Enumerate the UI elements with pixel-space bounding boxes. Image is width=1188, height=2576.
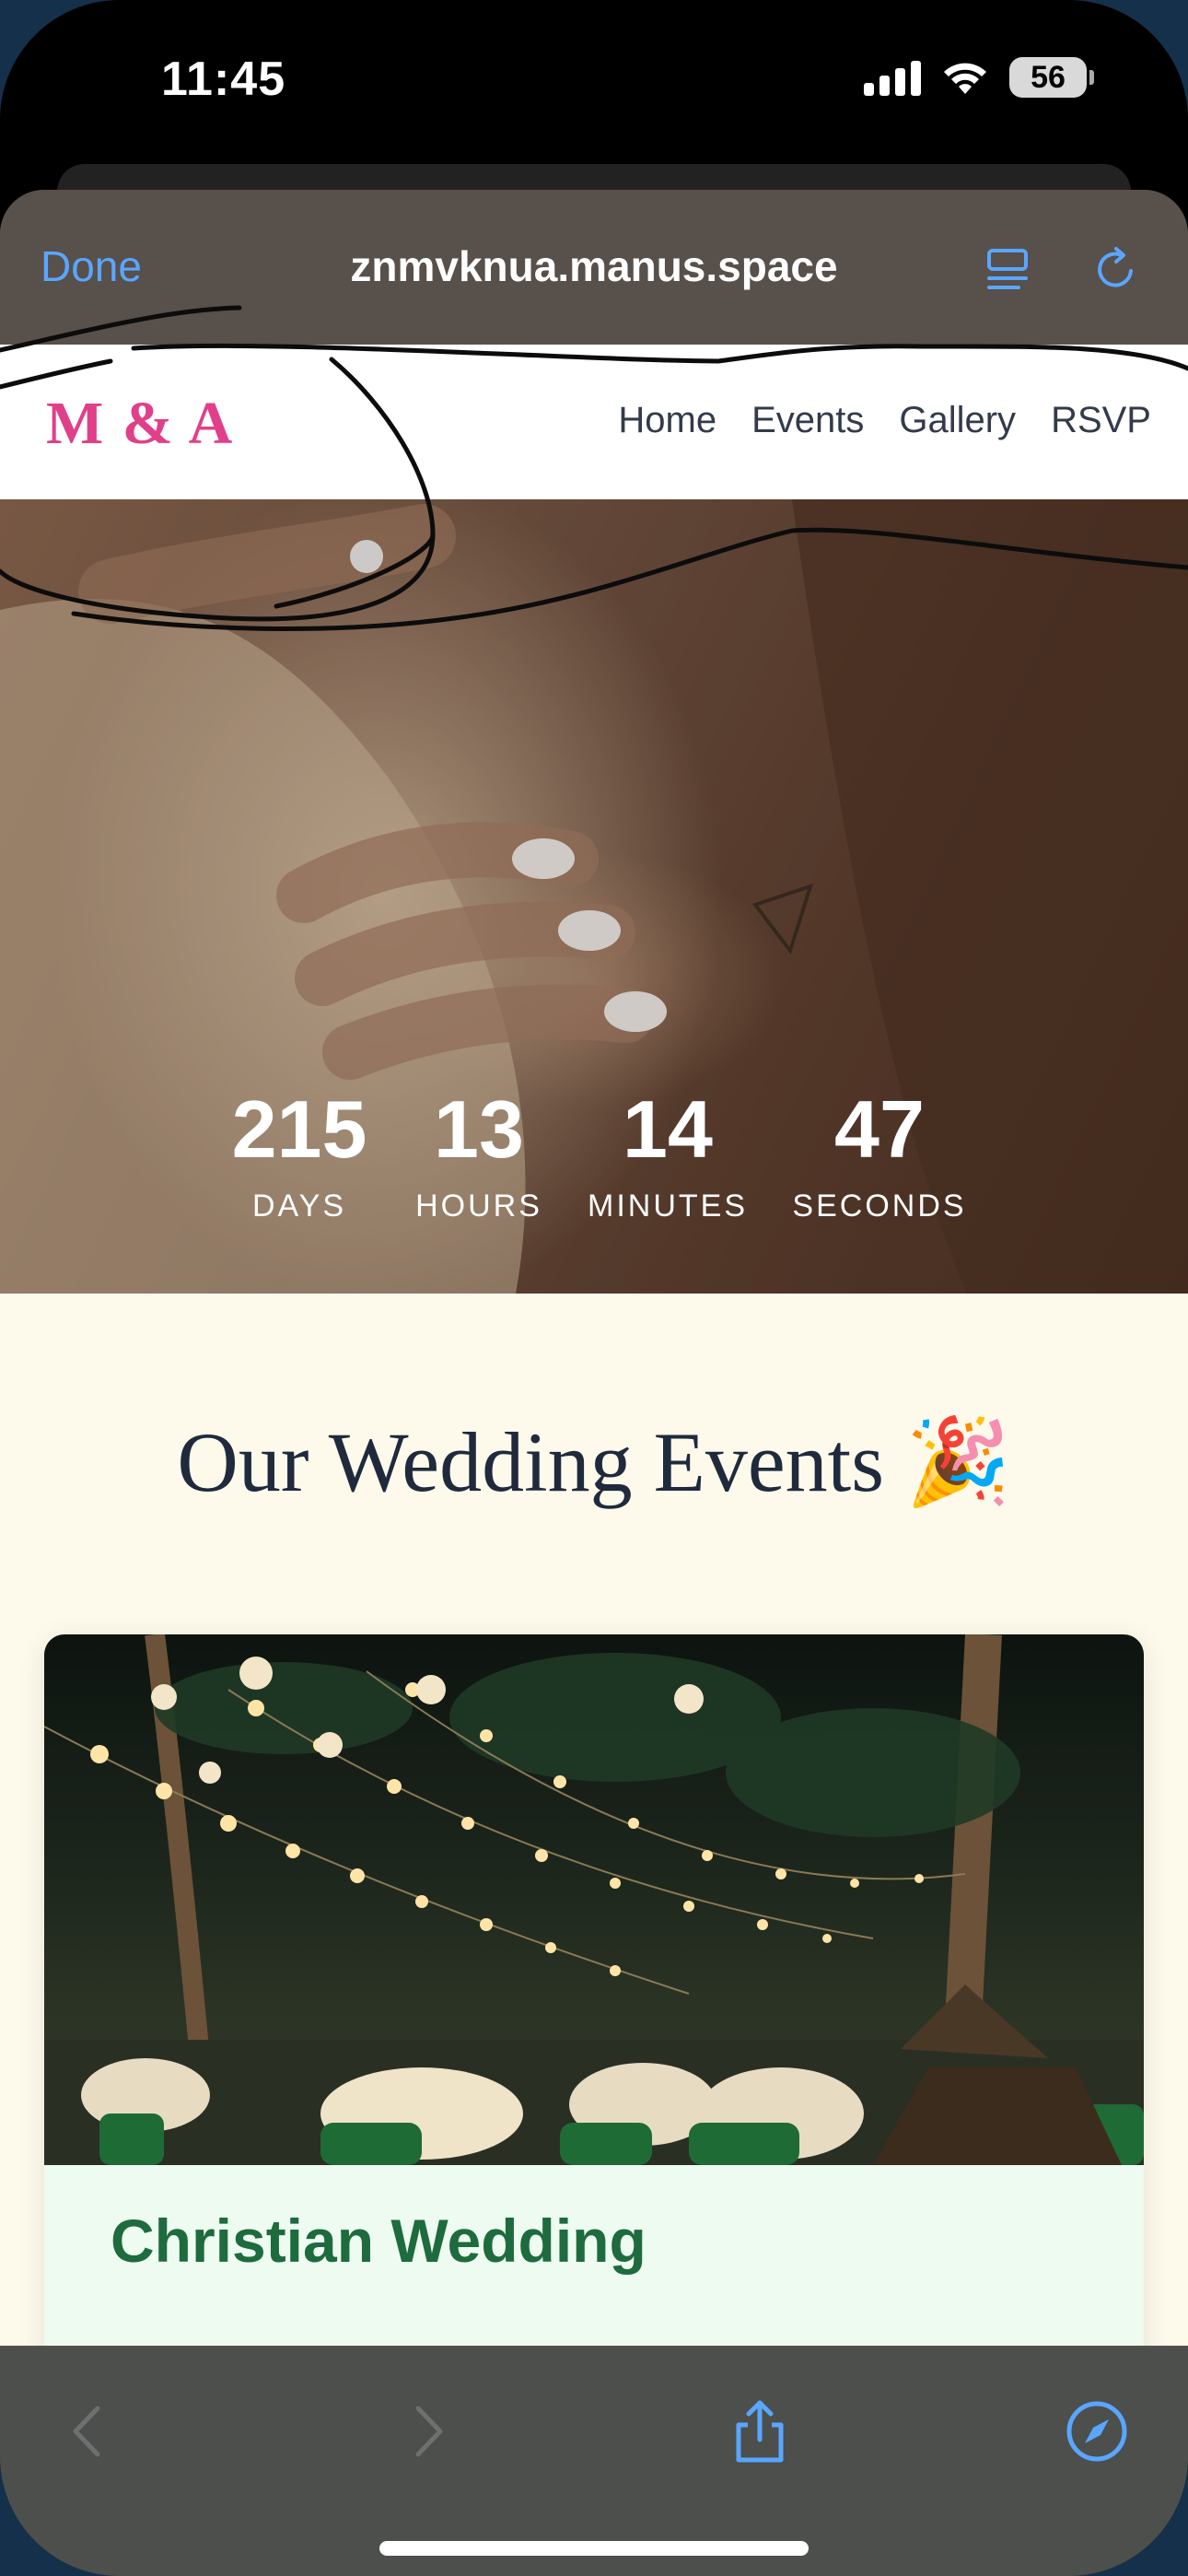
nav-links: Home Events Gallery RSVP <box>618 400 1151 441</box>
browser-toolbar: Done znmvknua.manus.space <box>0 190 1188 345</box>
battery-icon: 56 <box>1009 57 1094 98</box>
countdown-label: DAYS <box>251 1188 347 1224</box>
status-icons: 56 <box>864 57 1094 98</box>
countdown-minutes: 14 MINUTES <box>585 1089 751 1224</box>
forward-icon[interactable] <box>394 2399 459 2464</box>
countdown-label: SECONDS <box>792 1188 967 1224</box>
status-time: 11:45 <box>161 53 286 106</box>
events-heading: Our Wedding Events 🎉 <box>177 1415 1011 1509</box>
countdown-label: MINUTES <box>588 1188 748 1224</box>
nav-rsvp[interactable]: RSVP <box>1051 400 1151 441</box>
nav-home[interactable]: Home <box>618 400 716 441</box>
event-card[interactable]: Christian Wedding <box>44 1634 1144 2346</box>
phone-frame: 11:45 56 Done znmvknua.manus.space M & A… <box>0 0 1188 2576</box>
signal-icon <box>864 59 921 96</box>
back-icon[interactable] <box>57 2399 122 2464</box>
countdown-days: 215 DAYS <box>216 1089 382 1224</box>
event-photo <box>44 1634 1144 2165</box>
battery-level: 56 <box>1031 59 1066 95</box>
hero-photo: 215 DAYS 13 HOURS 14 MINUTES 47 SECONDS <box>0 499 1188 1294</box>
nav-events[interactable]: Events <box>751 400 864 441</box>
countdown-seconds: 47 SECONDS <box>787 1089 972 1224</box>
browser-sheet: Done znmvknua.manus.space M & A Home Eve… <box>0 190 1188 2576</box>
event-title: Christian Wedding <box>111 2207 646 2275</box>
countdown-value: 215 <box>231 1083 367 1175</box>
share-icon[interactable] <box>728 2399 792 2464</box>
countdown-value: 14 <box>623 1083 713 1175</box>
reload-icon[interactable] <box>1090 243 1142 295</box>
home-indicator[interactable] <box>379 2541 809 2556</box>
status-bar: 11:45 56 <box>0 0 1188 166</box>
countdown-hours: 13 HOURS <box>401 1089 557 1224</box>
compass-icon[interactable] <box>1065 2399 1129 2464</box>
reader-icon[interactable] <box>982 243 1033 295</box>
countdown-value: 13 <box>434 1083 524 1175</box>
web-page: M & A Home Events Gallery RSVP 215 DAYS … <box>0 345 1188 2346</box>
nav-gallery[interactable]: Gallery <box>899 400 1016 441</box>
countdown: 215 DAYS 13 HOURS 14 MINUTES 47 SECONDS <box>0 1089 1188 1224</box>
countdown-label: HOURS <box>415 1188 542 1224</box>
wifi-icon <box>944 63 986 94</box>
site-logo[interactable]: M & A <box>46 389 234 459</box>
site-navbar: M & A Home Events Gallery RSVP <box>0 345 1188 499</box>
venue-photo-illustration <box>44 1634 1144 2165</box>
countdown-value: 47 <box>834 1083 925 1175</box>
